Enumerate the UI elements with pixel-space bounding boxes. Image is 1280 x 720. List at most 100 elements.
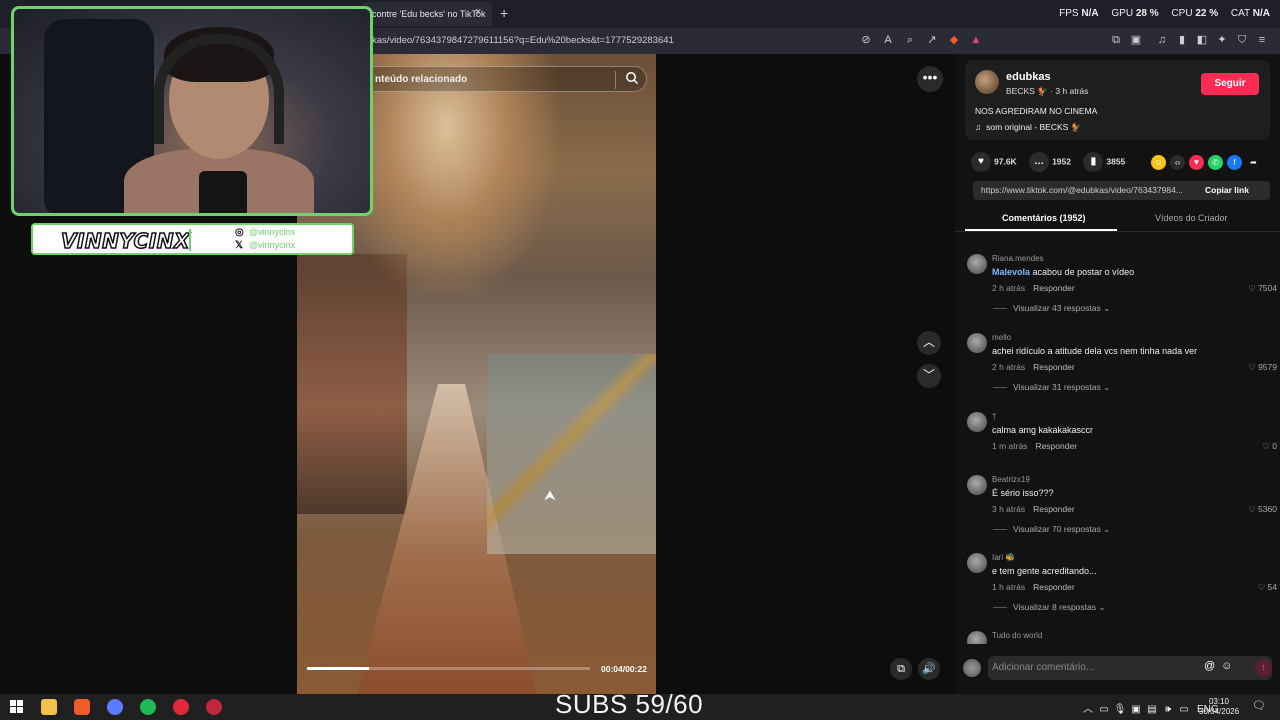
embed-icon[interactable]: ‹› bbox=[1170, 155, 1185, 171]
comment-user[interactable]: Tudo do world bbox=[992, 631, 1042, 640]
screenshot-icon[interactable]: ▣ bbox=[1126, 33, 1146, 46]
related-search-box[interactable]: nteúdo relacionado bbox=[362, 66, 647, 92]
comment-mention[interactable]: Malevola bbox=[992, 267, 1030, 277]
reply-button[interactable]: Responder bbox=[1033, 582, 1075, 592]
cat-value: N/A bbox=[1252, 8, 1270, 19]
comment-likes[interactable]: ♡ 7504 bbox=[1248, 283, 1277, 294]
pip-icon[interactable]: ⧉ bbox=[890, 658, 912, 680]
comment-user[interactable]: † bbox=[992, 412, 996, 421]
comment-avatar[interactable] bbox=[967, 631, 987, 644]
emoji-icon[interactable]: ☺ bbox=[1221, 660, 1232, 672]
comment-user[interactable]: Riana.mendes bbox=[992, 254, 1044, 263]
post-sound[interactable]: ♫ som original - BECKS 🐓 bbox=[975, 122, 1081, 133]
sidebar-icon[interactable]: ▮ bbox=[1172, 33, 1192, 46]
reply-button[interactable]: Responder bbox=[1035, 441, 1077, 451]
address-icons: ⊘ A ⌕ ↗ ◆ ▲ bbox=[855, 33, 987, 47]
comments-list: Riana.mendes Malevola acabou de postar o… bbox=[955, 249, 1280, 644]
copy-link-button[interactable]: Copiar link bbox=[1205, 185, 1249, 195]
new-tab-icon[interactable]: + bbox=[500, 5, 508, 21]
brave-browser-icon[interactable] bbox=[74, 699, 90, 715]
facebook-icon[interactable]: f bbox=[1227, 155, 1242, 171]
comment-likes[interactable]: ♡ 5360 bbox=[1248, 504, 1277, 515]
reply-button[interactable]: Responder bbox=[1033, 362, 1075, 372]
tray-app-icon[interactable]: ▤ bbox=[1144, 704, 1160, 715]
mention-icon[interactable]: @ bbox=[1204, 660, 1215, 672]
send-icon[interactable]: ▼ bbox=[1189, 155, 1204, 171]
more-options-icon[interactable]: ••• bbox=[917, 66, 943, 92]
whatsapp-icon[interactable]: ✆ bbox=[1208, 155, 1223, 171]
url-field[interactable]: kas/video/7634379847279611156?q=Edu%20be… bbox=[372, 35, 674, 46]
share-link[interactable]: https://www.tiktok.com/@edubkas/video/76… bbox=[981, 185, 1193, 195]
browser-tab[interactable]: contre 'Edu becks' no TikTok bbox=[362, 2, 492, 26]
notification-icon[interactable]: 🗨 bbox=[1252, 699, 1266, 712]
obs-icon[interactable] bbox=[206, 699, 222, 715]
comment-placeholder: Adicionar comentário... bbox=[992, 662, 1095, 673]
comment-user[interactable]: Beatrizx19 bbox=[992, 475, 1030, 484]
chat-app-icon[interactable] bbox=[107, 699, 123, 715]
file-explorer-icon[interactable] bbox=[41, 699, 57, 715]
x-handle: 𝕏 @vinnycinx bbox=[235, 240, 296, 251]
system-clock[interactable]: 03:10 30/04/2026 bbox=[1199, 697, 1239, 717]
screen: contre 'Edu becks' no TikTok × + FPS N/A… bbox=[0, 0, 1280, 720]
author-avatar[interactable] bbox=[975, 70, 999, 94]
view-replies-button[interactable]: Visualizar 70 respostas ⌄ bbox=[993, 524, 1110, 535]
bookmark-icon[interactable]: ▮ bbox=[1083, 152, 1104, 172]
microphone-icon[interactable]: 🎙 bbox=[1112, 704, 1128, 715]
tray-expand-icon[interactable]: ︿ bbox=[1080, 700, 1096, 715]
view-replies-button[interactable]: Visualizar 8 respostas ⌄ bbox=[993, 602, 1105, 613]
share-page-icon[interactable]: ↗ bbox=[921, 33, 943, 46]
next-video-button[interactable]: ﹀ bbox=[917, 364, 941, 388]
view-replies-button[interactable]: Visualizar 43 respostas ⌄ bbox=[993, 303, 1110, 314]
tab-comments[interactable]: Comentários (1952) bbox=[1002, 213, 1086, 223]
vpn-icon[interactable]: ⛉ bbox=[1232, 34, 1252, 47]
opera-icon[interactable] bbox=[173, 699, 189, 715]
comment-avatar[interactable] bbox=[967, 333, 987, 353]
tray-app-icon[interactable]: ▣ bbox=[1128, 704, 1144, 715]
menu-icon[interactable]: ≡ bbox=[1252, 34, 1272, 46]
reply-button[interactable]: Responder bbox=[1033, 504, 1075, 514]
send-comment-icon[interactable]: ↑ bbox=[1255, 659, 1272, 676]
speaker-icon[interactable]: 🕪 bbox=[1160, 704, 1176, 715]
comment-avatar[interactable] bbox=[967, 475, 987, 495]
comment-avatar[interactable] bbox=[967, 553, 987, 573]
comment-user[interactable]: mello bbox=[992, 333, 1011, 342]
author-name[interactable]: edubkas bbox=[1006, 71, 1051, 83]
user-avatar[interactable] bbox=[963, 659, 981, 677]
spotify-icon[interactable] bbox=[140, 699, 156, 715]
rewards-icon[interactable]: ▲ bbox=[965, 34, 987, 46]
search-icon[interactable] bbox=[625, 71, 639, 85]
volume-icon[interactable]: 🔊 bbox=[918, 658, 940, 680]
more-share-icon[interactable]: ➦ bbox=[1246, 155, 1261, 170]
previous-video-button[interactable]: ︿ bbox=[917, 331, 941, 355]
comment-time: 3 h atrás bbox=[992, 504, 1026, 514]
tab-close-icon[interactable]: × bbox=[475, 6, 481, 18]
like-icon[interactable]: ♥ bbox=[971, 152, 991, 172]
brave-shield-icon[interactable]: ◆ bbox=[943, 33, 965, 46]
comment-user[interactable]: Iari 🐝 bbox=[992, 553, 1015, 562]
extensions-icon[interactable]: ⧉ bbox=[1106, 34, 1126, 47]
windows-start-icon[interactable] bbox=[10, 700, 23, 713]
comment-likes[interactable]: ♡ 0 bbox=[1262, 441, 1277, 452]
comment-icon[interactable]: … bbox=[1029, 152, 1050, 172]
wallet-icon[interactable]: ◧ bbox=[1192, 33, 1212, 46]
comment-likes[interactable]: ♡ 9579 bbox=[1248, 362, 1277, 373]
comment-input[interactable]: Adicionar comentário... @ ☺ ↑ bbox=[988, 656, 1272, 680]
zoom-icon[interactable]: ⌕ bbox=[899, 34, 921, 47]
network-icon[interactable]: ▭ bbox=[1176, 704, 1192, 715]
translate-icon[interactable]: A bbox=[877, 34, 899, 46]
video-progress-bar[interactable] bbox=[307, 667, 590, 670]
tab-creator-videos[interactable]: Vídeos do Criador bbox=[1155, 213, 1228, 223]
comment-time: 1 m atrás bbox=[992, 441, 1028, 451]
music-icon[interactable]: ♫ bbox=[1152, 34, 1172, 46]
repost-icon[interactable]: ☺ bbox=[1151, 155, 1166, 171]
comment-avatar[interactable] bbox=[967, 254, 987, 274]
streamer-namecard: VINNYCINX ◎ @vinnycinx 𝕏 @vinnycinx bbox=[31, 223, 354, 255]
tray-app-icon[interactable]: ▭ bbox=[1096, 704, 1112, 715]
no-track-icon[interactable]: ⊘ bbox=[855, 33, 877, 46]
comment-likes[interactable]: ♡ 54 bbox=[1258, 582, 1277, 593]
follow-button[interactable]: Seguir bbox=[1201, 73, 1259, 95]
reply-button[interactable]: Responder bbox=[1033, 283, 1075, 293]
comment-avatar[interactable] bbox=[967, 412, 987, 432]
ai-icon[interactable]: ✦ bbox=[1212, 33, 1232, 46]
view-replies-button[interactable]: Visualizar 31 respostas ⌄ bbox=[993, 382, 1110, 393]
